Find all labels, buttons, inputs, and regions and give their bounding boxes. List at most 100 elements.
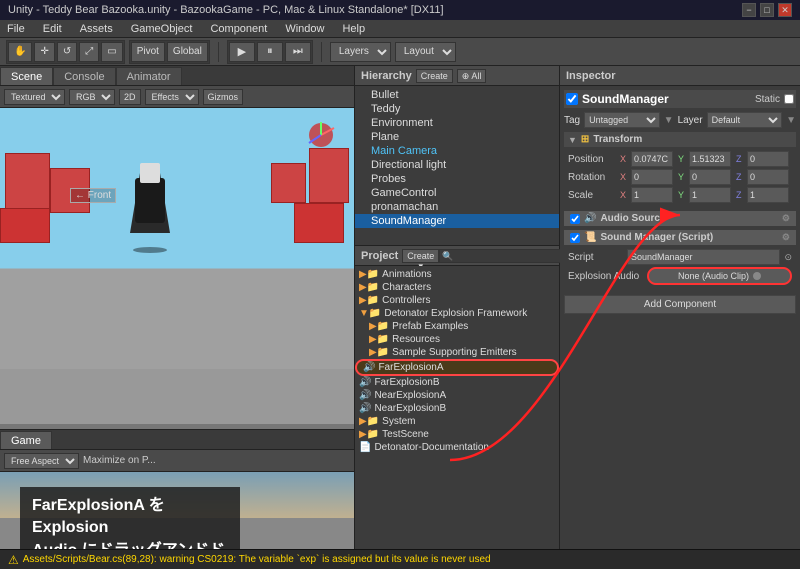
scene-toolbar: Textured RGB 2D Effects Gizmos	[0, 86, 354, 108]
rotation-z-input[interactable]	[747, 169, 789, 185]
project-item-animations[interactable]: ▶📁 Animations	[355, 268, 559, 281]
project-item-farexplosionb[interactable]: 🔊 FarExplosionB	[355, 376, 559, 389]
menu-edit[interactable]: Edit	[40, 23, 65, 35]
play-button[interactable]: ▶	[229, 42, 255, 62]
project-item-prefab-examples[interactable]: ▶📁 Prefab Examples	[355, 320, 559, 333]
global-button[interactable]: Global	[167, 42, 208, 62]
tag-select[interactable]: Untagged	[584, 112, 660, 128]
audio-source-header[interactable]: 🔊 Audio Source ⚙	[564, 211, 796, 226]
pause-button[interactable]: ⏸	[257, 42, 283, 62]
folder-icon-sample: ▶📁	[369, 347, 389, 358]
scale-y-input[interactable]	[689, 187, 731, 203]
layers-dropdown[interactable]: Layers	[330, 42, 391, 62]
step-button[interactable]: ⏭	[285, 42, 311, 62]
hierarchy-item-gamecontrol[interactable]: GameControl	[355, 186, 559, 200]
object-active-checkbox[interactable]	[566, 93, 578, 105]
menu-gameobject[interactable]: GameObject	[128, 23, 196, 35]
hierarchy-item-environment[interactable]: Environment	[355, 116, 559, 130]
maximize-button[interactable]: □	[760, 3, 774, 17]
sound-manager-checkbox[interactable]	[570, 233, 580, 243]
transform-label: Transform	[593, 134, 642, 145]
folder-icon-resources: ▶📁	[369, 334, 389, 345]
layer-select[interactable]: Default	[707, 112, 783, 128]
project-item-sample-emitters[interactable]: ▶📁 Sample Supporting Emitters	[355, 346, 559, 359]
audio-source-menu-icon[interactable]: ⚙	[782, 213, 790, 224]
2d-button[interactable]: 2D	[119, 89, 141, 105]
menu-help[interactable]: Help	[339, 23, 368, 35]
project-item-nearexplosionb[interactable]: 🔊 NearExplosionB	[355, 402, 559, 415]
hierarchy-item-pronamachan[interactable]: pronamachan	[355, 200, 559, 214]
audio-source-checkbox[interactable]	[570, 214, 580, 224]
close-button[interactable]: ✕	[778, 3, 792, 17]
static-checkbox[interactable]	[784, 94, 794, 104]
tab-animator[interactable]: Animator	[116, 67, 182, 85]
effects-select[interactable]: Effects	[145, 89, 199, 105]
hierarchy-item-plane[interactable]: Plane	[355, 130, 559, 144]
menu-component[interactable]: Component	[207, 23, 270, 35]
hand-tool[interactable]: ✋	[8, 42, 32, 62]
rotate-tool[interactable]: ↺	[57, 42, 77, 62]
tag-label: Tag	[564, 115, 580, 126]
aspect-select[interactable]: Free Aspect	[4, 453, 79, 469]
rotation-x-input[interactable]	[631, 169, 673, 185]
front-label: ← Front	[70, 188, 116, 203]
minimize-button[interactable]: −	[742, 3, 756, 17]
gizmos-button[interactable]: Gizmos	[203, 89, 244, 105]
ground-plane	[0, 369, 354, 429]
sound-manager-header[interactable]: 📜 Sound Manager (Script) ⚙	[564, 230, 796, 245]
project-item-controllers[interactable]: ▶📁 Controllers	[355, 294, 559, 307]
hierarchy-item-probes[interactable]: Probes	[355, 172, 559, 186]
title-bar: Unity - Teddy Bear Bazooka.unity - Bazoo…	[0, 0, 800, 20]
add-component-button[interactable]: Add Component	[564, 295, 796, 314]
rgb-select[interactable]: RGB	[69, 89, 115, 105]
layout-dropdown[interactable]: Layout	[395, 42, 456, 62]
hierarchy-create-btn[interactable]: Create	[416, 69, 453, 83]
transform-section-header[interactable]: ▼ ⊞ Transform	[564, 132, 796, 147]
project-item-documentation[interactable]: 📄 Detonator-Documentation	[355, 441, 559, 454]
project-item-farexplosiona[interactable]: 🔊 FarExplosionA	[355, 359, 559, 376]
hierarchy-item-teddy[interactable]: Teddy	[355, 102, 559, 116]
rect-tool[interactable]: ▭	[101, 42, 122, 62]
explosion-audio-value[interactable]: None (Audio Clip)	[647, 267, 792, 285]
project-item-detonator[interactable]: ▼📁 Detonator Explosion Framework	[355, 307, 559, 320]
move-tool[interactable]: ✛	[34, 42, 54, 62]
position-x-input[interactable]	[631, 151, 673, 167]
hierarchy-item-bullet[interactable]: Bullet	[355, 88, 559, 102]
project-item-resources[interactable]: ▶📁 Resources	[355, 333, 559, 346]
rotation-y-input[interactable]	[689, 169, 731, 185]
position-y-input[interactable]	[689, 151, 731, 167]
project-item-nearexplosiona[interactable]: 🔊 NearExplosionA	[355, 389, 559, 402]
scale-x-input[interactable]	[631, 187, 673, 203]
project-item-characters[interactable]: ▶📁 Characters	[355, 281, 559, 294]
position-z-input[interactable]	[747, 151, 789, 167]
textured-select[interactable]: Textured	[4, 89, 65, 105]
scene-view[interactable]: ← Front	[0, 108, 354, 429]
tab-game[interactable]: Game	[0, 431, 52, 449]
game-scene[interactable]: FarExplosionA を Explosion Audio にドラッグアンド…	[0, 472, 354, 549]
maximize-label: Maximize on P...	[83, 455, 156, 466]
hierarchy-content[interactable]: Bullet Teddy Environment Plane Main Came…	[355, 86, 559, 245]
project-search-input[interactable]	[439, 249, 562, 263]
menu-window[interactable]: Window	[282, 23, 327, 35]
pivot-button[interactable]: Pivot	[131, 42, 165, 62]
project-item-system[interactable]: ▶📁 System	[355, 415, 559, 428]
tab-console[interactable]: Console	[53, 67, 115, 85]
project-label-detonator: Detonator Explosion Framework	[384, 308, 527, 319]
sound-manager-menu-icon[interactable]: ⚙	[782, 232, 790, 243]
hierarchy-item-main-camera[interactable]: Main Camera	[355, 144, 559, 158]
scale-tool[interactable]: ⤢	[79, 42, 99, 62]
tab-scene[interactable]: Scene	[0, 67, 53, 85]
script-selector-icon[interactable]: ⊙	[784, 252, 792, 263]
pivot-toggle: Pivot Global	[129, 40, 210, 64]
hierarchy-all-btn[interactable]: ⊕ All	[457, 69, 487, 83]
position-row: Position X Y Z	[568, 151, 792, 167]
project-item-testscene[interactable]: ▶📁 TestScene	[355, 428, 559, 441]
scale-z-input[interactable]	[747, 187, 789, 203]
menu-file[interactable]: File	[4, 23, 28, 35]
hierarchy-item-soundmanager[interactable]: SoundManager	[355, 214, 559, 228]
hierarchy-item-directional-light[interactable]: Directional light	[355, 158, 559, 172]
project-create-btn[interactable]: Create ▾	[402, 249, 439, 263]
menu-assets[interactable]: Assets	[77, 23, 116, 35]
project-content[interactable]: ▶📁 Animations ▶📁 Characters ▶📁 Controlle…	[355, 266, 559, 549]
position-z-group: Z	[736, 151, 792, 167]
